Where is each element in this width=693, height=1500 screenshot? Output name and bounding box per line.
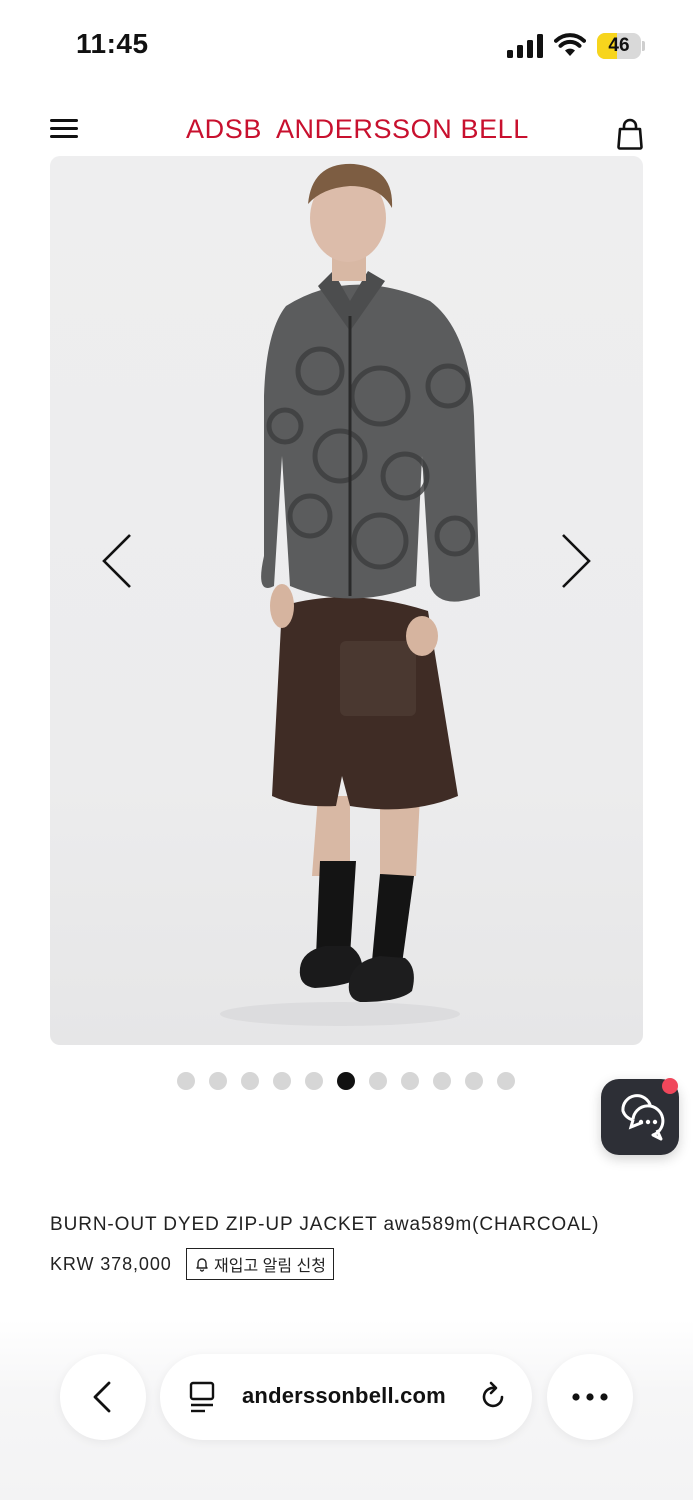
page-icon[interactable] — [187, 1380, 217, 1414]
chevron-right-icon[interactable] — [557, 532, 593, 590]
carousel-dot[interactable] — [209, 1072, 227, 1090]
bell-icon — [196, 1258, 208, 1272]
product-price: KRW 378,000 — [50, 1254, 172, 1274]
carousel-dot[interactable] — [465, 1072, 483, 1090]
reload-icon[interactable] — [478, 1381, 510, 1413]
battery-level: 46 — [608, 35, 630, 56]
carousel-dot[interactable] — [241, 1072, 259, 1090]
brand-logo-part1: ADSB — [186, 114, 262, 144]
carousel-pagination — [170, 1072, 522, 1090]
product-title: BURN-OUT DYED ZIP-UP JACKET awa589m(CHAR… — [50, 1214, 600, 1235]
shopping-bag-icon[interactable] — [616, 118, 644, 150]
back-icon — [93, 1381, 111, 1413]
status-time: 11:45 — [76, 28, 149, 59]
carousel-dot[interactable] — [401, 1072, 419, 1090]
carousel-dot[interactable] — [369, 1072, 387, 1090]
brand-logo-part2: ANDERSSON BELL — [275, 114, 529, 144]
restock-alert-button[interactable]: 재입고 알림 신청 — [186, 1248, 334, 1280]
menu-icon[interactable] — [48, 116, 80, 142]
brand-logo[interactable]: ADSB ANDERSSON BELL — [186, 114, 529, 145]
carousel-dot[interactable] — [433, 1072, 451, 1090]
carousel-dot[interactable] — [305, 1072, 323, 1090]
carousel-dot[interactable] — [497, 1072, 515, 1090]
signal-icon — [507, 34, 543, 58]
restock-alert-label: 재입고 알림 신청 — [214, 1258, 326, 1275]
product-image[interactable] — [50, 156, 643, 1045]
chat-notification-badge — [662, 1078, 678, 1094]
chevron-left-icon[interactable] — [100, 532, 136, 590]
carousel-dot[interactable] — [337, 1072, 355, 1090]
product-photo-model — [220, 163, 480, 1026]
more-icon — [572, 1393, 608, 1401]
wifi-icon — [554, 33, 586, 56]
battery-icon: 46 — [597, 33, 645, 59]
url-text[interactable]: anderssonbell.com — [242, 1383, 446, 1409]
carousel-dot[interactable] — [177, 1072, 195, 1090]
carousel-dot[interactable] — [273, 1072, 291, 1090]
